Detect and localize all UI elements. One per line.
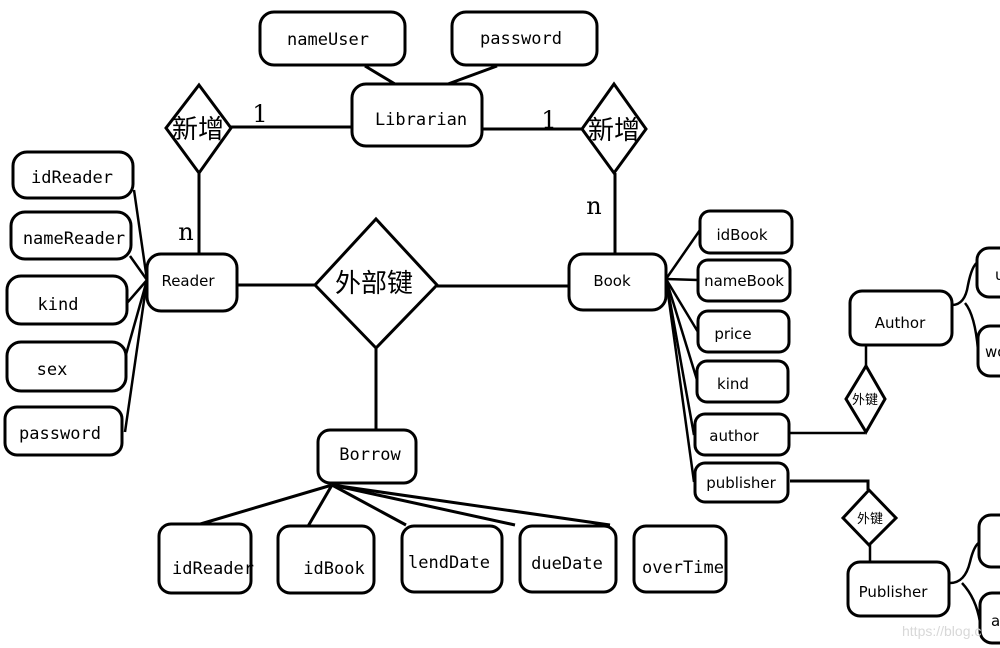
- borrow-attr-idreader[interactable]: idReader: [157, 522, 254, 595]
- edge-book-publisher: [664, 278, 696, 483]
- book-attr-author[interactable]: author: [693, 412, 791, 457]
- attr-label: nameUser: [287, 30, 369, 50]
- relationship-label: 外部键: [335, 269, 413, 299]
- entity-label: Book: [593, 272, 631, 290]
- edge-borrow-overtime: [331, 483, 611, 527]
- attr-label: a: [991, 612, 1000, 630]
- borrow-attr-lenddate[interactable]: lendDate: [400, 524, 504, 594]
- attr-label: password: [480, 29, 562, 49]
- attr-label: password: [19, 424, 101, 444]
- attr-label: sex: [37, 360, 68, 380]
- edge-book-idbook: [664, 229, 702, 280]
- reader-attr-sex[interactable]: sex: [5, 340, 128, 393]
- book-attr-price[interactable]: price: [696, 309, 791, 354]
- relationship-foreign-key-author[interactable]: 外键: [844, 363, 887, 435]
- entity-label: Reader: [161, 272, 215, 290]
- cardinality-librarian-reader-n: n: [178, 218, 193, 246]
- author-attr-2[interactable]: wo: [976, 324, 1000, 378]
- entity-author[interactable]: Author: [848, 289, 954, 347]
- attr-label: overTime: [642, 558, 724, 578]
- edge-librarian-nameuser: [364, 64, 396, 86]
- attr-label: price: [714, 325, 751, 343]
- attr-label: kind: [717, 375, 749, 393]
- author-attr-1[interactable]: u: [975, 246, 1000, 299]
- reader-attr-idreader[interactable]: idReader: [11, 150, 135, 200]
- entity-book[interactable]: Book: [567, 252, 668, 312]
- attr-label: lendDate: [408, 553, 490, 573]
- book-attr-namebook[interactable]: nameBook: [696, 258, 792, 303]
- edge-publisher-attr-2: [961, 582, 982, 623]
- relationship-label: 外键: [857, 512, 883, 527]
- librarian-attr-nameuser[interactable]: nameUser: [258, 10, 407, 67]
- attr-label: idReader: [172, 559, 254, 579]
- book-attr-idbook[interactable]: idBook: [698, 209, 794, 255]
- attr-label: kind: [38, 295, 79, 315]
- relationship-label: 外键: [852, 393, 878, 408]
- cardinality-librarian-book-1: 1: [541, 106, 556, 134]
- relationship-foreign-key[interactable]: 外部键: [312, 216, 440, 351]
- entity-label: Publisher: [859, 583, 929, 601]
- er-diagram: nameUser password Librarian 新增 1 n 新增 1 …: [3, 10, 1000, 645]
- reader-attr-namereader[interactable]: nameReader: [9, 210, 133, 261]
- relationship-label: 新增: [588, 116, 640, 146]
- publisher-attr-2[interactable]: a: [978, 591, 1000, 645]
- borrow-attr-idbook[interactable]: idBook: [276, 524, 376, 595]
- attr-label: wo: [985, 343, 1000, 361]
- entity-label: Librarian: [375, 110, 467, 130]
- edge-publisher-fk: [790, 479, 870, 490]
- reader-attr-password[interactable]: password: [3, 405, 124, 457]
- cardinality-librarian-book-n: n: [586, 192, 601, 220]
- relationship-foreign-key-publisher[interactable]: 外键: [840, 487, 899, 548]
- attr-label: dueDate: [531, 554, 603, 574]
- attr-label: nameReader: [23, 229, 125, 249]
- attr-label: author: [709, 427, 759, 445]
- entity-label: Author: [875, 314, 926, 332]
- attr-label: idBook: [303, 559, 364, 579]
- entity-reader[interactable]: Reader: [145, 252, 239, 313]
- entity-borrow[interactable]: Borrow: [316, 428, 418, 485]
- edge-author-attr-2: [964, 302, 980, 351]
- attr-label: nameBook: [704, 272, 784, 290]
- librarian-attr-password[interactable]: password: [450, 10, 599, 67]
- publisher-attr-1[interactable]: [977, 513, 1000, 569]
- borrow-attr-duedate[interactable]: dueDate: [518, 524, 618, 594]
- borrow-attr-overtime[interactable]: overTime: [632, 524, 728, 594]
- relationship-label: 新增: [172, 115, 224, 145]
- edge-author-attr-1: [951, 260, 979, 307]
- edge-publisher-attr-1: [949, 540, 981, 585]
- entity-librarian[interactable]: Librarian: [350, 82, 484, 148]
- attr-label: idReader: [31, 168, 113, 188]
- book-attr-kind[interactable]: kind: [695, 359, 790, 404]
- entity-publisher[interactable]: Publisher: [846, 560, 951, 618]
- edge-librarian-password: [447, 64, 498, 86]
- relationship-add-reader[interactable]: 新增: [164, 82, 233, 176]
- edge-borrow-duedate: [331, 483, 516, 527]
- relationship-add-book[interactable]: 新增: [580, 81, 648, 176]
- attr-label: publisher: [706, 474, 776, 492]
- entity-label: Borrow: [339, 445, 401, 465]
- attr-label: u: [995, 266, 1000, 284]
- edge-book-namebook: [665, 277, 699, 282]
- watermark: https://blog.c: [902, 623, 981, 639]
- cardinality-librarian-reader-1: 1: [252, 100, 267, 128]
- attr-label: idBook: [716, 226, 767, 244]
- reader-attr-kind[interactable]: kind: [5, 274, 129, 326]
- book-attr-publisher[interactable]: publisher: [693, 461, 790, 504]
